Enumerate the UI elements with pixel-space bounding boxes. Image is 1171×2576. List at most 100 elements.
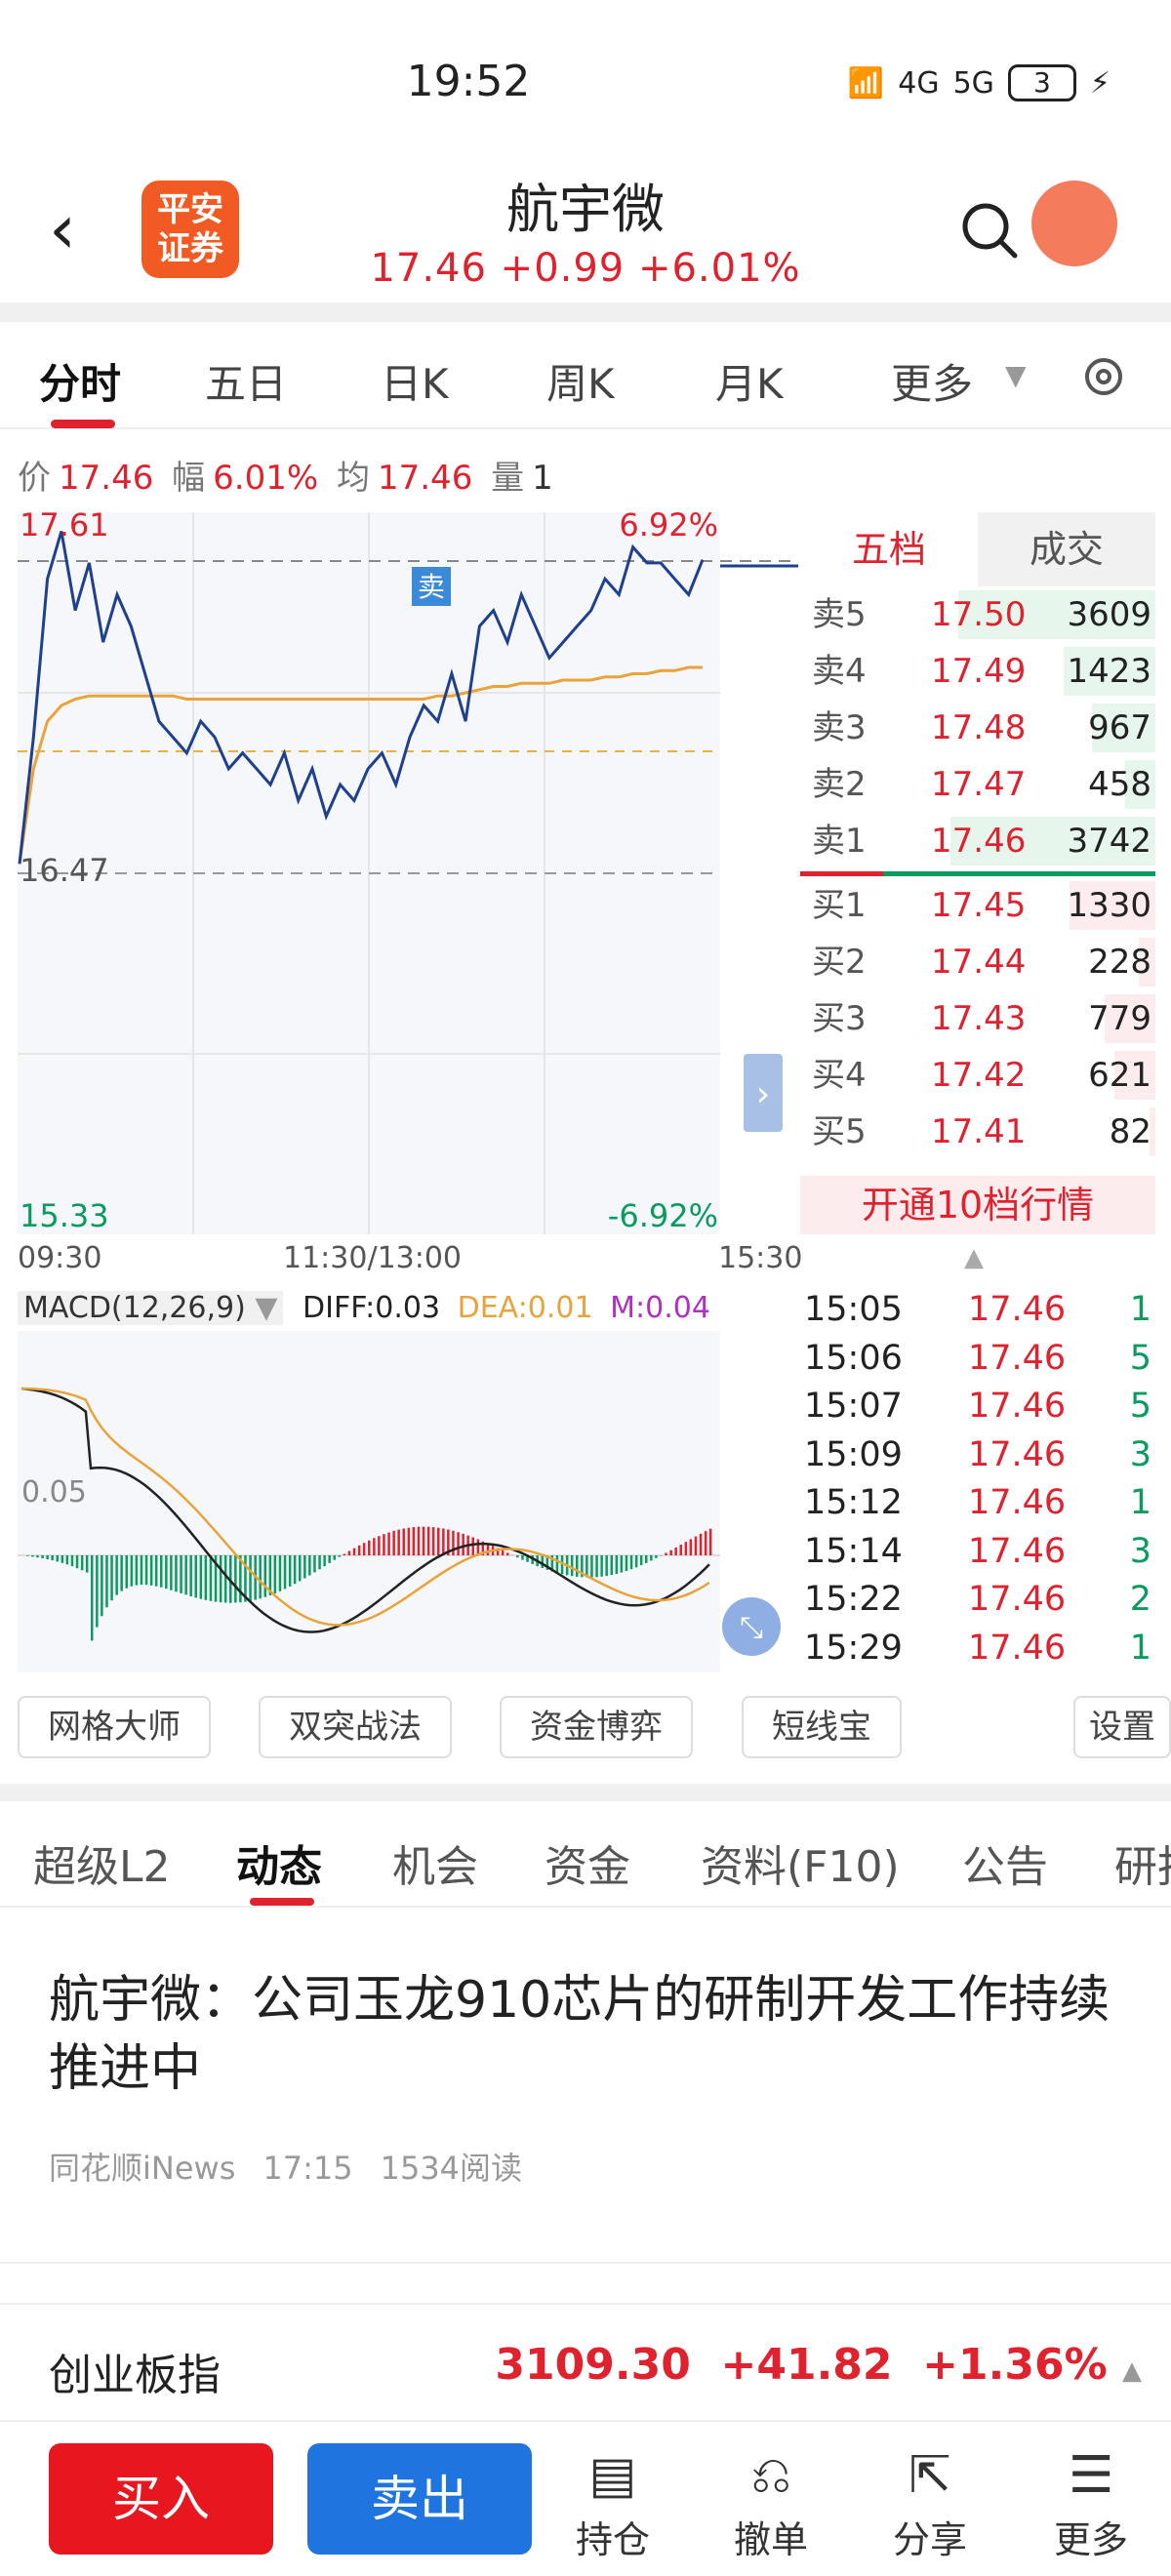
tab-super-l2[interactable]: 超级L2 [33,1831,171,1894]
macd-bar [422,1526,425,1555]
buy-level-4[interactable]: 买4 17.42 621 [800,1047,1155,1104]
intraday-chart[interactable]: 17.61 6.92% 16.47 15.33 -6.92% 卖 › [18,512,798,1234]
news-item[interactable]: 航宇微：公司玉龙910芯片的研制开发工作持续推进中 同花顺iNews 17:15 1… [49,1966,1122,2189]
sell-level-5[interactable]: 卖1 17.46 3742 [800,813,1155,869]
macd-bar [115,1555,118,1595]
scroll-up-icon[interactable]: ▲ [964,1243,984,1272]
macd-bar [412,1527,416,1555]
tab-intraday[interactable]: 分时 [39,351,121,411]
macd-bar [357,1545,361,1555]
trade-row: 15:09 17.46 3 [800,1431,1155,1480]
average-label: 均 [336,459,370,498]
assistant-avatar-icon[interactable] [1031,181,1117,266]
macd-bar [368,1540,371,1555]
sell-button[interactable]: 卖出 [307,2443,532,2555]
level-volume: 1330 [1067,886,1151,925]
macd-bar [665,1552,667,1555]
caret-up-icon[interactable]: ▲ [1122,2356,1142,2386]
buy-level-5[interactable]: 买5 17.41 82 [800,1104,1155,1160]
macd-bar [308,1555,311,1576]
macd-bar [471,1537,474,1555]
macd-axis-label: 0.05 [21,1475,87,1509]
macd-bar [595,1555,598,1578]
chart-tabs: 分时 五日 日K 周K 月K 更多 ▼ [0,322,1171,429]
macd-bar [684,1542,688,1555]
tab-five-levels[interactable]: 五档 [800,512,978,586]
macd-bar [516,1555,519,1558]
time-mid: 11:30/13:00 [283,1241,463,1275]
macd-bar [501,1550,505,1555]
tab-five-day[interactable]: 五日 [205,351,287,411]
divider [0,1784,1171,1801]
current-price: 17.46 [370,246,487,291]
sell-marker-label: 卖 [418,571,445,603]
search-icon[interactable] [956,197,1025,265]
tab-more[interactable]: 更多 [891,351,973,411]
tab-f10[interactable]: 资料(F10) [701,1831,900,1894]
trade-row: 15:14 17.46 3 [800,1528,1155,1577]
news-headline[interactable]: 航宇微：公司玉龙910芯片的研制开发工作持续推进中 [49,1966,1122,2103]
level-price: 17.42 [931,1056,1027,1095]
tab-news[interactable]: 动态 [236,1831,322,1894]
holdings-button[interactable]: ▤ 持仓 [559,2441,666,2563]
tab-daily-k[interactable]: 日K [381,351,449,411]
gear-icon[interactable] [1078,351,1129,402]
buy-level-1[interactable]: 买1 17.45 1330 [800,877,1155,934]
tool-settings[interactable]: 设置 [1073,1696,1171,1758]
share-icon: ⇱ [909,2446,951,2505]
tool-short-line[interactable]: 短线宝 [742,1696,902,1758]
upgrade-level10-button[interactable]: 开通10档行情 [800,1176,1155,1234]
macd-dea: DEA:0.01 [457,1291,593,1325]
sell-level-2[interactable]: 卖4 17.49 1423 [800,643,1155,700]
tab-research[interactable]: 研报 [1114,1831,1171,1894]
macd-chart[interactable]: 0.05 ⤡ [18,1331,798,1672]
cancel-label: 撤单 [733,2518,808,2561]
index-ticker[interactable]: 创业板指 3109.30 +41.82 +1.36% ▲ [0,2303,1171,2420]
macd-bar [373,1538,376,1555]
macd-bar [669,1550,672,1555]
share-button[interactable]: ⇱ 分享 [876,2441,984,2563]
macd-bar [625,1555,628,1571]
cancel-order-button[interactable]: ⎌ 撤单 [717,2441,825,2563]
trade-p: 17.46 [968,1580,1067,1619]
buy-button[interactable]: 买入 [49,2443,273,2555]
level-price: 17.45 [931,886,1027,925]
tab-announcement[interactable]: 公告 [962,1831,1048,1894]
macd-bar [199,1555,203,1599]
tab-opportunity[interactable]: 机会 [392,1831,478,1894]
tool-fund-game[interactable]: 资金博弈 [500,1696,693,1758]
tab-weekly-k[interactable]: 周K [546,351,615,411]
level-volume: 458 [1088,765,1151,804]
buy-level-3[interactable]: 买3 17.43 779 [800,990,1155,1047]
trade-row: 15:06 17.46 5 [800,1335,1155,1384]
tab-funds[interactable]: 资金 [545,1831,630,1894]
sell-level-3[interactable]: 卖3 17.48 967 [800,700,1155,756]
chevron-down-icon[interactable]: ▼ [1005,359,1027,391]
trade-row: 15:29 17.46 1 [800,1625,1155,1673]
macd-bar [170,1555,173,1590]
sell-level-1[interactable]: 卖5 17.50 3609 [800,586,1155,643]
more-button[interactable]: ☰ 更多 [1037,2441,1145,2563]
buy-level-2[interactable]: 买2 17.44 228 [800,934,1155,990]
fullscreen-icon: ⤡ [740,1611,763,1645]
macd-bar [80,1555,84,1571]
trade-v: 1 [1129,1483,1151,1522]
trade-p: 17.46 [968,1434,1067,1474]
level-label: 卖4 [812,652,867,691]
trade-t: 15:12 [804,1483,903,1522]
index-value: 3109.30 [495,2340,691,2390]
macd-selector[interactable]: MACD(12,26,9) ▼ [18,1291,284,1325]
share-label: 分享 [892,2518,967,2561]
level-label: 买5 [812,1112,867,1151]
macd-bar [679,1545,682,1555]
tool-double-break[interactable]: 双突战法 [259,1696,452,1758]
tab-trades[interactable]: 成交 [978,512,1155,586]
sell-level-4[interactable]: 卖2 17.47 458 [800,756,1155,813]
macd-bar [476,1539,480,1555]
macd-bar [91,1555,94,1641]
tab-monthly-k[interactable]: 月K [715,351,784,411]
tool-grid-master[interactable]: 网格大师 [18,1696,211,1758]
macd-bar [130,1555,134,1587]
order-book-separator [800,869,1155,877]
trade-p: 17.46 [968,1483,1067,1522]
